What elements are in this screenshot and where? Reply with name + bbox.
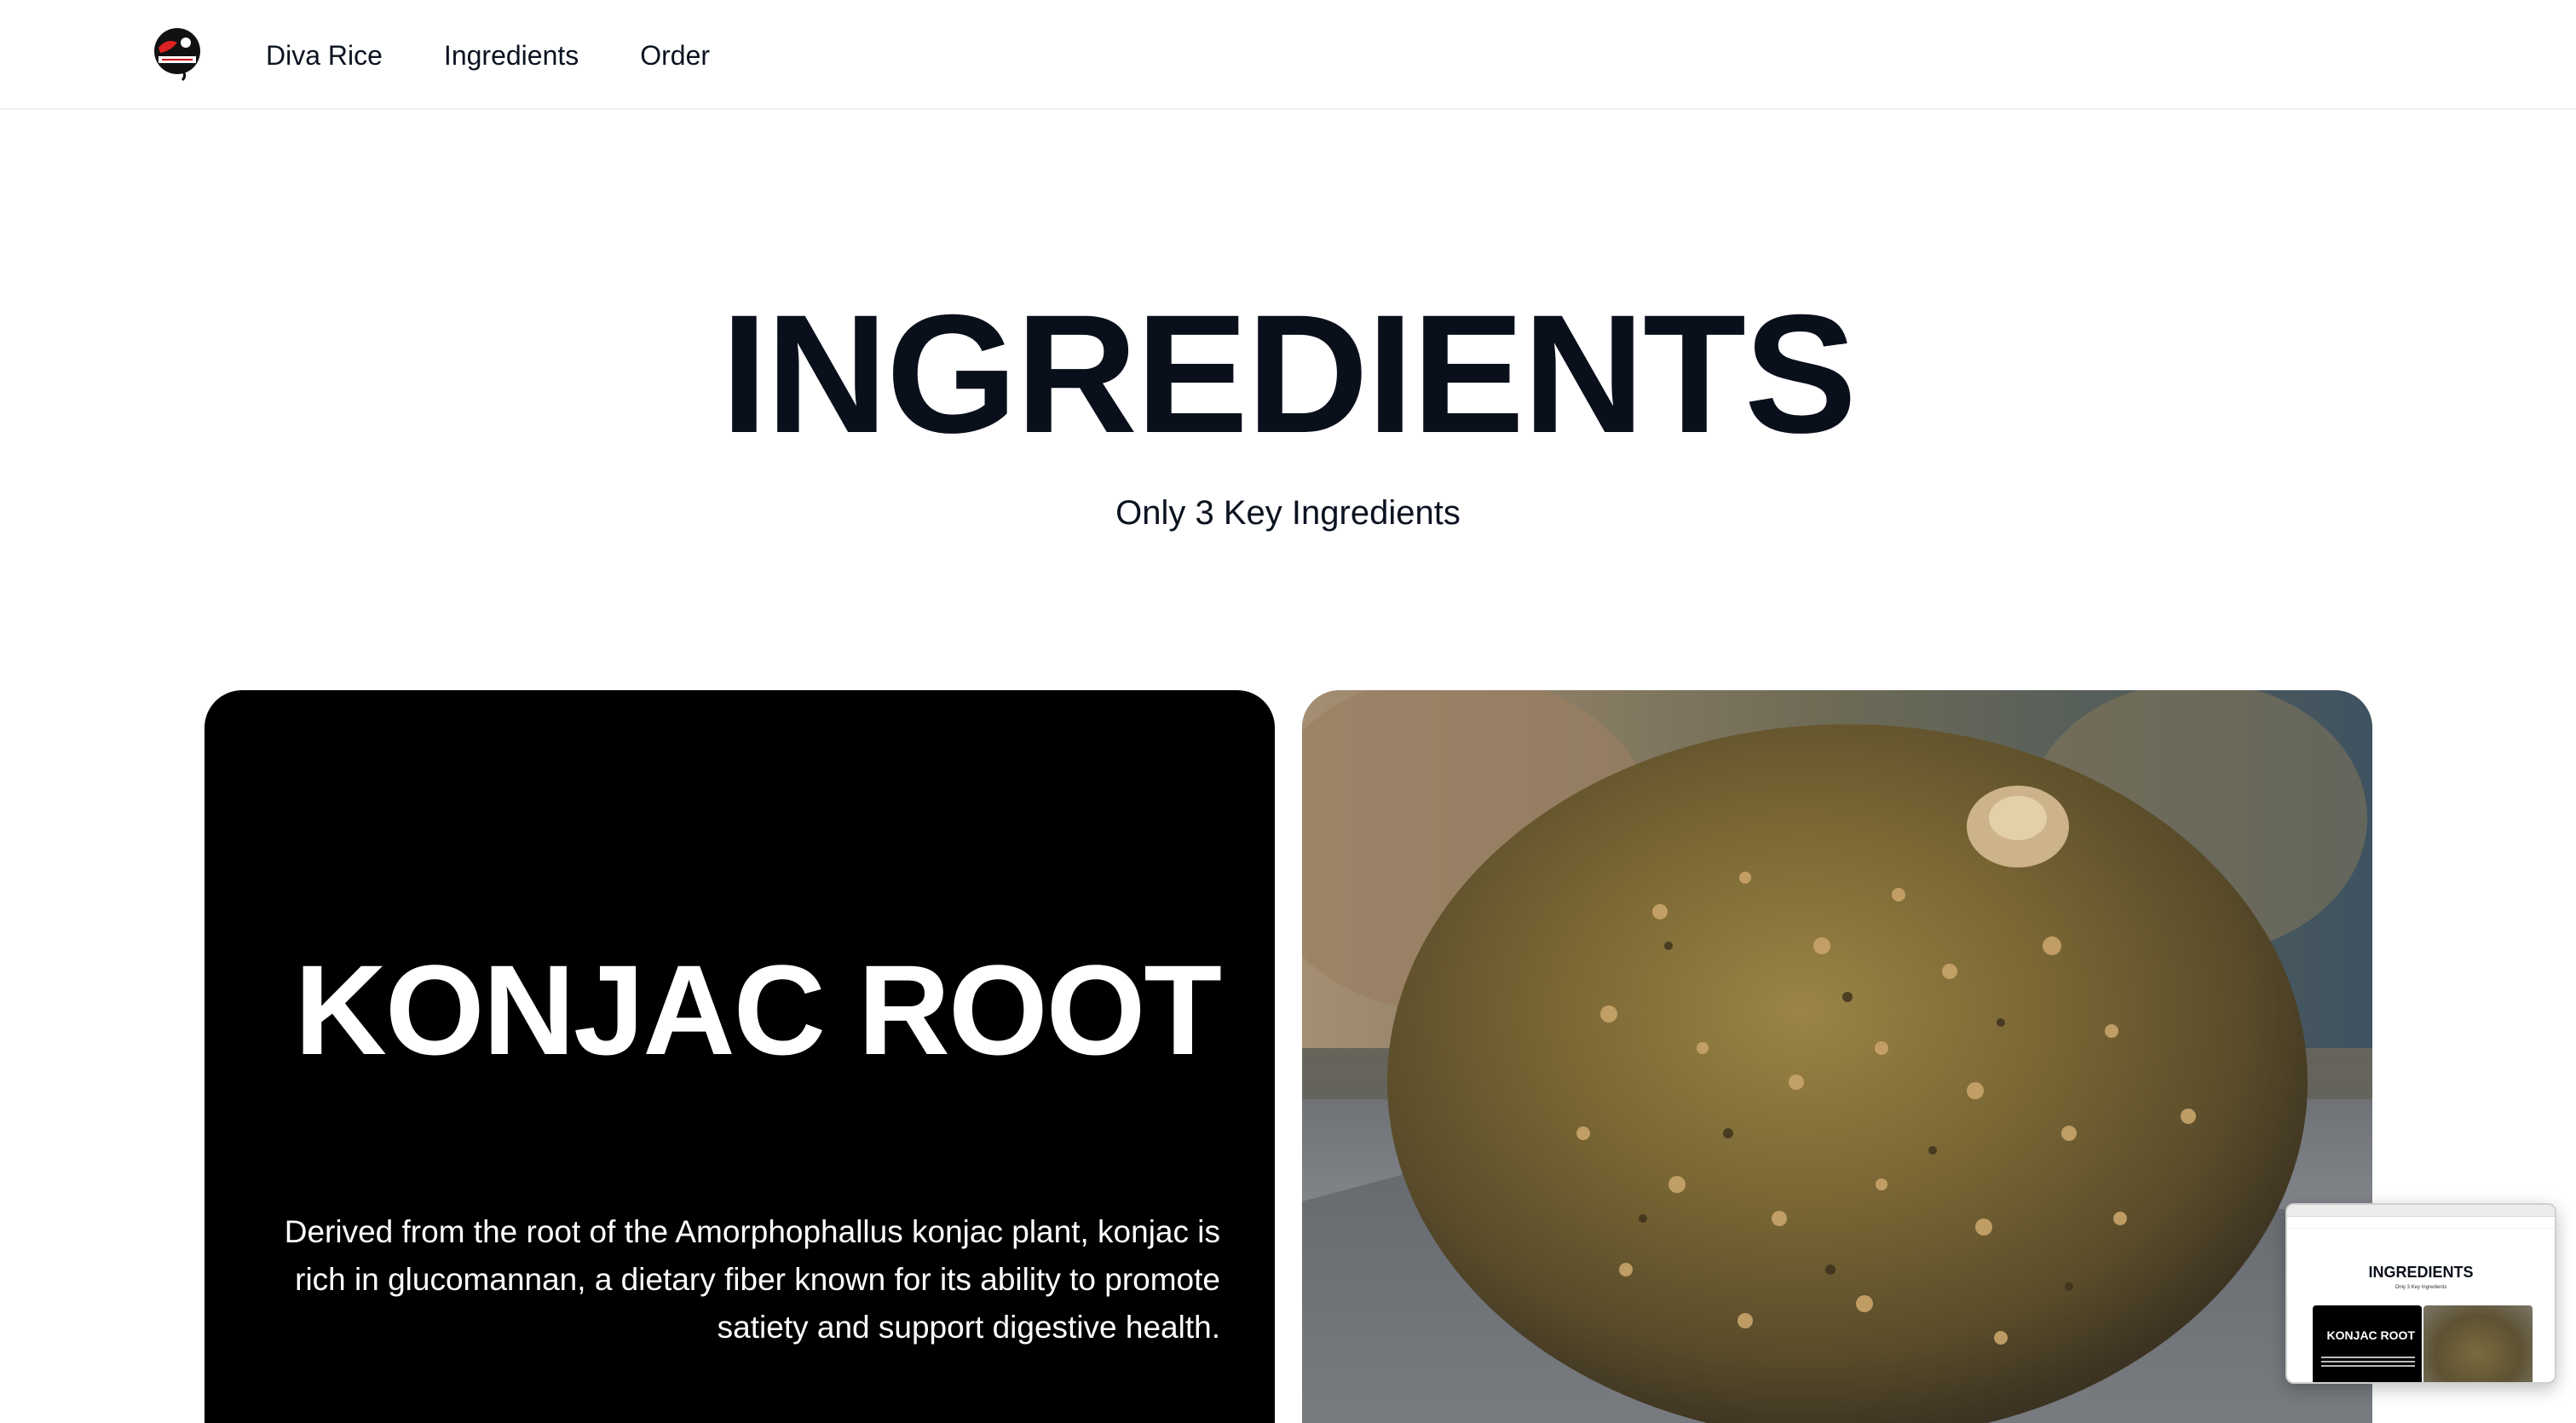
ingredient-image	[1302, 690, 2372, 1423]
nav-links: Diva Rice Ingredients Order	[266, 0, 710, 110]
nav-link-ingredients[interactable]: Ingredients	[444, 42, 579, 69]
page-subtitle: Only 3 Key Ingredients	[1115, 494, 1461, 532]
nav-link-diva-rice[interactable]: Diva Rice	[266, 42, 383, 69]
brand-logo-icon[interactable]	[152, 26, 203, 82]
ingredient-description: Derived from the root of the Amorphophal…	[284, 1214, 1220, 1345]
thumbnail-browser-bar	[2287, 1205, 2555, 1217]
thumbnail-nav	[2287, 1217, 2555, 1229]
nav-link-order[interactable]: Order	[640, 42, 710, 69]
page-title: INGREDIENTS	[720, 279, 1857, 468]
thumbnail-ingredient-card: KONJAC ROOT	[2313, 1305, 2422, 1382]
thumbnail-card-text-lines	[2321, 1357, 2415, 1368]
thumbnail-title: INGREDIENTS	[2368, 1264, 2474, 1281]
thumbnail-subtitle: Only 3 Key Ingredients	[2394, 1285, 2447, 1290]
ingredient-name: KONJAC ROOT	[294, 938, 1222, 1081]
thumbnail-ingredient-image	[2423, 1305, 2533, 1382]
screenshot-thumbnail-preview[interactable]: INGREDIENTS Only 3 Key Ingredients KONJA…	[2285, 1203, 2556, 1384]
thumbnail-card-title: KONJAC ROOT	[2326, 1328, 2415, 1342]
top-navigation-bar: Diva Rice Ingredients Order	[0, 0, 2576, 110]
ingredient-card: KONJAC ROOT Derived from the root of the…	[205, 690, 1275, 1423]
